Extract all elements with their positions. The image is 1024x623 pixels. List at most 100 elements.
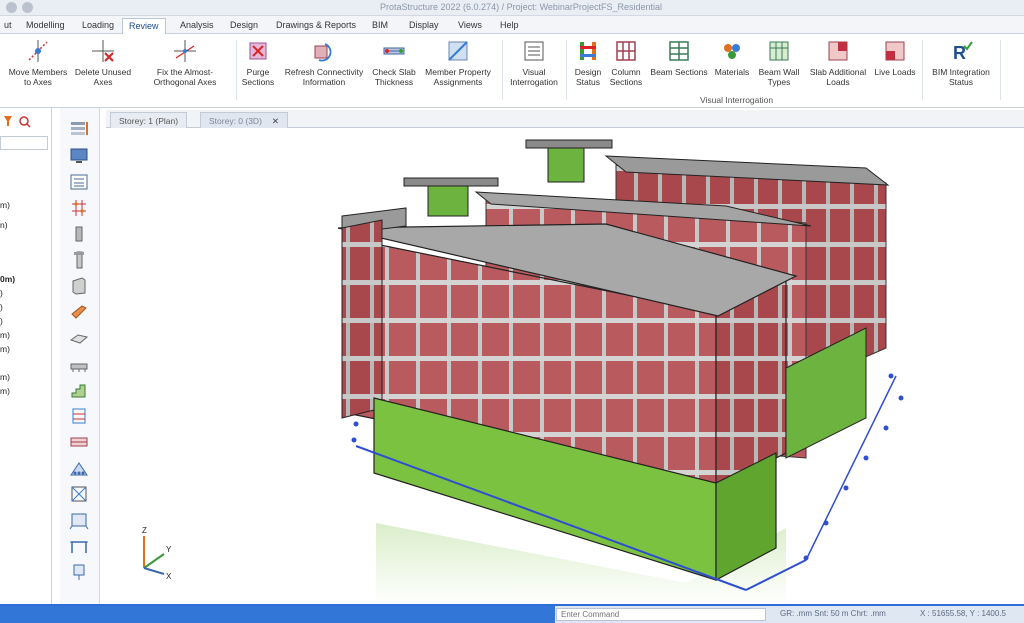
tree-item[interactable]: 0m)	[0, 274, 15, 284]
x-axis-label: X	[166, 572, 172, 581]
tab-design[interactable]: Design	[224, 18, 264, 34]
grid-bubble	[888, 373, 894, 379]
column-sections-button[interactable]: Column Sections	[606, 38, 646, 87]
title-bar: ProtaStructure 2022 (6.0.274) / Project:…	[0, 0, 1024, 16]
tab-views[interactable]: Views	[452, 18, 488, 34]
grid-bubble	[803, 555, 809, 561]
ribbon-divider	[1000, 40, 1001, 100]
delete-axes-button[interactable]: Delete Unused Axes	[74, 38, 132, 87]
grid-bubble	[883, 425, 889, 431]
building-3d-model: Z Y X	[142, 139, 904, 604]
stair-core-roof	[403, 177, 499, 187]
frame-icon[interactable]	[68, 510, 90, 530]
materials-button[interactable]: Materials	[712, 38, 752, 77]
status-coordinates: X : 51655.58, Y : 1400.5	[920, 609, 1006, 618]
quick-access-icon[interactable]	[22, 2, 33, 13]
tree-item[interactable]: m)	[0, 344, 10, 354]
foundation-icon[interactable]	[68, 354, 90, 374]
filter-icon[interactable]	[2, 114, 32, 128]
column-tall-icon[interactable]	[68, 250, 90, 270]
stair-core	[547, 147, 585, 183]
tree-item[interactable]: )	[0, 288, 3, 298]
member-property-button[interactable]: Member Property Assignments	[422, 38, 494, 87]
3d-viewport[interactable]: Z Y X	[106, 128, 1024, 604]
tab-analysis[interactable]: Analysis	[174, 18, 220, 34]
member-property-icon	[448, 41, 468, 61]
tree-item[interactable]: m)	[0, 386, 10, 396]
bracing-icon[interactable]	[68, 484, 90, 504]
z-axis-label: Z	[142, 526, 147, 535]
section-icon[interactable]	[68, 432, 90, 452]
tab-review[interactable]: Review	[122, 18, 166, 34]
check-slab-button[interactable]: Check Slab Thickness	[370, 38, 418, 87]
support-icon[interactable]	[68, 562, 90, 582]
load-distribution-icon[interactable]	[68, 458, 90, 478]
live-loads-icon	[885, 41, 905, 61]
document-tabs: Storey: 1 (Plan) Storey: 0 (3D) ✕	[106, 110, 1024, 128]
left-panel: m) n) 0m) ) ) ) m) m) m) m)	[0, 108, 52, 604]
ribbon-divider	[566, 40, 567, 100]
tree-item[interactable]: m)	[0, 372, 10, 382]
slab-loads-button[interactable]: Slab Additional Loads	[806, 38, 870, 87]
layers-icon[interactable]	[68, 118, 90, 138]
ribbon-divider	[922, 40, 923, 100]
grid-bubble	[353, 421, 359, 427]
close-icon[interactable]: ✕	[272, 116, 279, 126]
move-members-button[interactable]: Move Members to Axes	[6, 38, 70, 87]
tree-search-input[interactable]	[0, 136, 48, 150]
rebar-icon[interactable]	[68, 406, 90, 426]
visual-interrogation-button[interactable]: Visual Interrogation	[506, 38, 562, 87]
quick-access-icon[interactable]	[6, 2, 17, 13]
portal-icon[interactable]	[68, 536, 90, 556]
fix-axes-button[interactable]: Fix the Almost-Orthogonal Axes	[136, 38, 234, 87]
ribbon: Move Members to Axes Delete Unused Axes …	[0, 34, 1024, 108]
y-axis-label: Y	[166, 545, 172, 554]
tab-display[interactable]: Display	[403, 18, 445, 34]
stair-core	[427, 185, 469, 217]
tab-drawings-reports[interactable]: Drawings & Reports	[270, 18, 362, 34]
tab-storey-plan[interactable]: Storey: 1 (Plan)	[110, 112, 188, 128]
live-loads-button[interactable]: Live Loads	[872, 38, 918, 77]
beam-sections-icon	[669, 41, 689, 61]
column-icon[interactable]	[68, 224, 90, 244]
beam-icon[interactable]	[68, 302, 90, 322]
grid-bubble	[898, 395, 904, 401]
y-axis	[143, 553, 165, 569]
command-input[interactable]	[556, 608, 766, 621]
tab-help[interactable]: Help	[494, 18, 525, 34]
bim-integration-button[interactable]: R BIM Integration Status	[926, 38, 996, 87]
tree-item[interactable]: )	[0, 316, 3, 326]
delete-axes-icon	[92, 40, 114, 62]
slab-icon[interactable]	[68, 328, 90, 348]
tab-modelling[interactable]: Modelling	[20, 18, 71, 34]
tab-bim[interactable]: BIM	[366, 18, 394, 34]
beam-sections-button[interactable]: Beam Sections	[650, 38, 708, 77]
x-axis	[143, 567, 165, 575]
wall-icon[interactable]	[68, 276, 90, 296]
tree-item[interactable]: m)	[0, 330, 10, 340]
purge-sections-button[interactable]: Purge Sections	[238, 38, 278, 87]
purge-sections-icon	[249, 42, 267, 60]
tree-item[interactable]: n)	[0, 220, 8, 230]
check-slab-icon	[383, 47, 405, 55]
beam-wall-types-button[interactable]: Beam Wall Types	[756, 38, 802, 87]
tab-storey-3d[interactable]: Storey: 0 (3D) ✕	[200, 112, 289, 128]
grid-axes-icon[interactable]	[68, 198, 90, 218]
tree-item[interactable]: )	[0, 302, 3, 312]
refresh-connectivity-button[interactable]: Refresh Connectivity Information	[282, 38, 366, 87]
stairs-icon[interactable]	[68, 380, 90, 400]
design-status-button[interactable]: Design Status	[570, 38, 606, 87]
grid-bubble	[823, 520, 829, 526]
status-snap-info: GR: .mm Snt: 50 m Chrt: .mm	[780, 609, 886, 618]
tree-item[interactable]: m)	[0, 200, 10, 210]
status-bar: GR: .mm Snt: 50 m Chrt: .mm X : 51655.58…	[0, 604, 1024, 623]
list-icon[interactable]	[68, 172, 90, 192]
tab-input[interactable]: ut	[0, 18, 18, 34]
left-facade	[341, 219, 383, 419]
tab-loading[interactable]: Loading	[76, 18, 120, 34]
refresh-connectivity-icon	[314, 43, 332, 62]
window-title: ProtaStructure 2022 (6.0.274) / Project:…	[380, 2, 662, 12]
monitor-icon[interactable]	[68, 146, 90, 166]
visual-interrogation-icon	[524, 41, 544, 61]
ribbon-group-label: Visual Interrogation	[700, 95, 774, 105]
